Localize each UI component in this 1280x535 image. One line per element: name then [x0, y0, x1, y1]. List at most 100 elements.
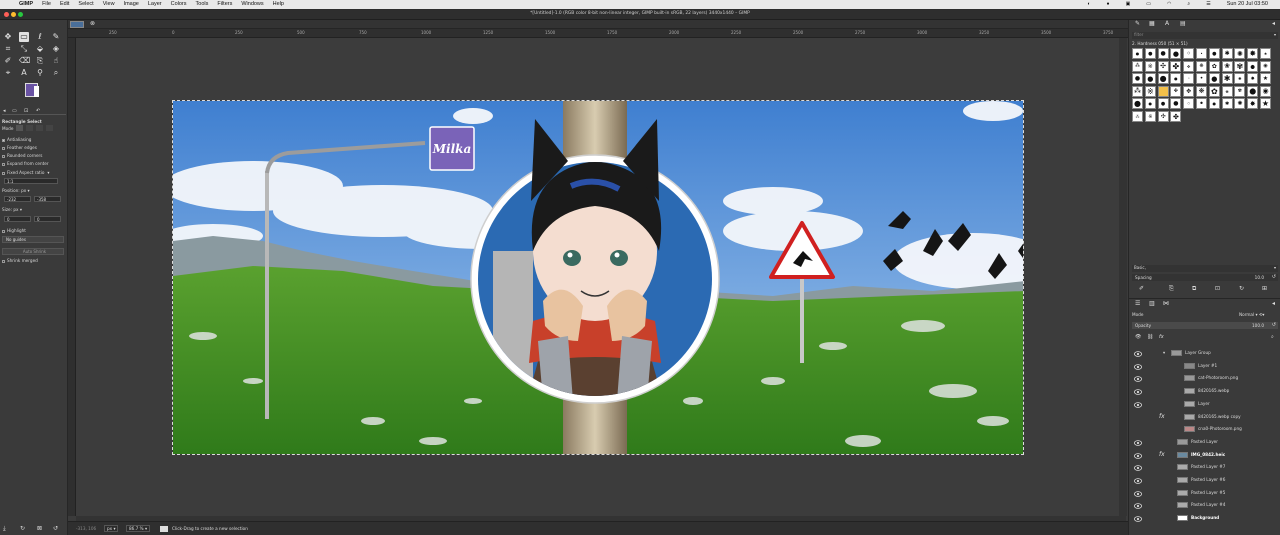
search-layers-icon[interactable]: ⌕ [1271, 334, 1274, 340]
menu-layer[interactable]: Layer [148, 0, 162, 9]
paths-tab-icon[interactable]: ⋈ [1163, 300, 1169, 307]
brush-swatch[interactable]: ● [1170, 98, 1182, 110]
close-tab-icon[interactable]: ⊗ [90, 20, 95, 27]
duplicate-brush-icon[interactable]: ⧉ [1192, 285, 1196, 293]
brush-swatch[interactable]: ⬤ [1247, 60, 1259, 72]
highlight-checkbox[interactable]: Highlight [2, 228, 26, 233]
brush-swatch[interactable]: ● [1208, 98, 1220, 110]
vertical-scrollbar[interactable] [1119, 38, 1127, 516]
brush-swatch[interactable]: ✾ [1234, 85, 1246, 97]
menu-help[interactable]: Help [273, 0, 284, 9]
brush-swatch[interactable]: ✺ [1234, 48, 1246, 59]
color-picker-tool-icon[interactable]: ⚲ [35, 68, 45, 78]
paths-tool-icon[interactable]: ⌖ [3, 68, 13, 78]
brush-swatch[interactable]: ✱ [1221, 98, 1233, 110]
brush-swatch[interactable]: ✺ [1234, 98, 1246, 110]
panel-menu-icon[interactable]: ◂ [1272, 20, 1275, 27]
brush-swatch[interactable]: ● [1208, 48, 1220, 59]
brush-swatch[interactable]: ● [1144, 98, 1156, 110]
layer-row[interactable]: 8420165.webp [1129, 385, 1280, 398]
delete-options-icon[interactable]: ⊠ [37, 525, 42, 532]
brush-swatch[interactable]: ※ [1144, 85, 1156, 97]
checkbox-icon[interactable] [2, 229, 5, 233]
checkbox-icon[interactable] [2, 138, 5, 142]
antialiasing-checkbox[interactable]: Antialiasing [2, 137, 31, 142]
eye-icon[interactable] [1134, 490, 1142, 497]
auto-shrink-button[interactable]: Auto Shrink [2, 248, 64, 255]
brush-swatch[interactable]: ✣ [1157, 111, 1169, 122]
image-canvas[interactable]: Milka [172, 100, 1024, 455]
spacing-slider[interactable]: Spacing 10.0 ↺ [1132, 274, 1278, 281]
brush-swatch[interactable]: ● [1157, 98, 1169, 110]
brush-swatch[interactable]: • [1196, 73, 1207, 85]
layer-row[interactable]: Layer #1 [1129, 360, 1280, 373]
chevron-down-icon[interactable]: ▾ [1274, 265, 1276, 270]
brush-swatch[interactable]: ◦ [1183, 98, 1195, 110]
brush-swatch[interactable]: ❋ [1196, 85, 1207, 97]
feather-edges-checkbox[interactable]: Feather edges [2, 145, 37, 150]
checkbox-icon[interactable] [2, 162, 5, 166]
fx-icon[interactable]: fx [1159, 449, 1165, 462]
menu-filters[interactable]: Filters [217, 0, 232, 9]
position-unit[interactable]: px [21, 188, 26, 193]
tool-options-tab-icon[interactable]: ▭ [12, 108, 17, 114]
document-tab-icon[interactable]: ▤ [1180, 20, 1186, 27]
lock-link-icon[interactable]: ⛓ [1147, 334, 1153, 340]
delete-brush-icon[interactable]: ⊡ [1215, 285, 1220, 292]
fuzzy-select-tool-icon[interactable]: ✎ [51, 32, 61, 42]
smudge-tool-icon[interactable]: ☝ [51, 56, 61, 66]
eye-icon[interactable] [1134, 388, 1142, 395]
brush-swatch[interactable]: ✥ [1183, 60, 1195, 72]
brush-filter-input[interactable]: filter ▾ [1132, 32, 1278, 39]
bucket-fill-tool-icon[interactable]: ⬙ [35, 44, 45, 54]
layer-row[interactable]: Pasted Layer #5 [1129, 487, 1280, 500]
brush-swatch[interactable] [1157, 85, 1169, 97]
font-tab-icon[interactable]: A [1165, 20, 1169, 27]
brush-swatch[interactable]: • [1196, 48, 1207, 59]
fx-icon[interactable]: fx [1159, 411, 1165, 424]
lasso-tool-icon[interactable]: ℓ [35, 32, 45, 42]
brush-swatch[interactable]: ⁂ [1132, 60, 1143, 72]
brush-swatch[interactable]: ✱ [1221, 48, 1233, 59]
brush-swatch[interactable]: ◉ [1260, 60, 1271, 72]
eye-icon[interactable] [1134, 439, 1142, 446]
brush-swatch[interactable]: ❀ [1221, 85, 1233, 97]
brush-swatch[interactable]: ✾ [1234, 60, 1246, 72]
layers-tab-icon[interactable]: ☰ [1135, 300, 1140, 307]
background-color-swatch[interactable] [34, 86, 39, 97]
brush-swatch[interactable]: ✿ [1208, 85, 1220, 97]
size-unit[interactable]: px [13, 207, 18, 212]
menu-view[interactable]: View [103, 0, 115, 9]
menu-file[interactable]: File [42, 0, 51, 9]
rounded-corners-checkbox[interactable]: Rounded corners [2, 153, 42, 158]
layer-row[interactable]: Pasted Layer #6 [1129, 474, 1280, 487]
reset-spacing-icon[interactable]: ↺ [1272, 274, 1276, 280]
chevron-down-icon[interactable]: ▾ [47, 170, 49, 175]
brush-swatch[interactable]: • [1196, 98, 1207, 110]
gradient-tool-icon[interactable]: ◈ [51, 44, 61, 54]
layer-row[interactable]: cna0-Photoroom.png [1129, 423, 1280, 436]
opacity-slider[interactable]: Opacity 100.0 ↺ [1132, 322, 1278, 329]
status-icon[interactable]: ● [1107, 0, 1110, 9]
brush-swatch[interactable]: ● [1132, 48, 1143, 59]
options-menu-icon[interactable]: ◂ [3, 108, 6, 114]
battery-icon[interactable]: ▭ [1146, 0, 1151, 9]
rect-select-tool-icon[interactable]: ▭ [19, 32, 29, 42]
menu-image[interactable]: Image [124, 0, 139, 9]
refresh-brushes-icon[interactable]: ↻ [1239, 285, 1244, 292]
brush-as-image-icon[interactable]: ⊞ [1262, 285, 1267, 292]
brush-swatch[interactable]: ● [1144, 73, 1156, 85]
brush-preset-select[interactable]: Basic, ▾ [1132, 265, 1278, 272]
checkbox-icon[interactable] [2, 146, 5, 150]
brush-swatch[interactable]: ✿ [1208, 60, 1220, 72]
checkbox-icon[interactable] [2, 171, 5, 175]
layer-row[interactable]: Pasted Layer #7 [1129, 461, 1280, 474]
status-icon[interactable]: ▣ [1126, 0, 1131, 9]
brush-swatch[interactable]: ✥ [1183, 85, 1195, 97]
mode-add-button[interactable] [26, 125, 33, 131]
position-y-field[interactable]: -358 [34, 196, 61, 202]
brush-swatch[interactable]: ✱ [1221, 73, 1233, 85]
layer-row[interactable]: Background [1129, 512, 1280, 525]
menu-select[interactable]: Select [78, 0, 93, 9]
brush-swatch[interactable]: ⬤ [1247, 85, 1259, 97]
